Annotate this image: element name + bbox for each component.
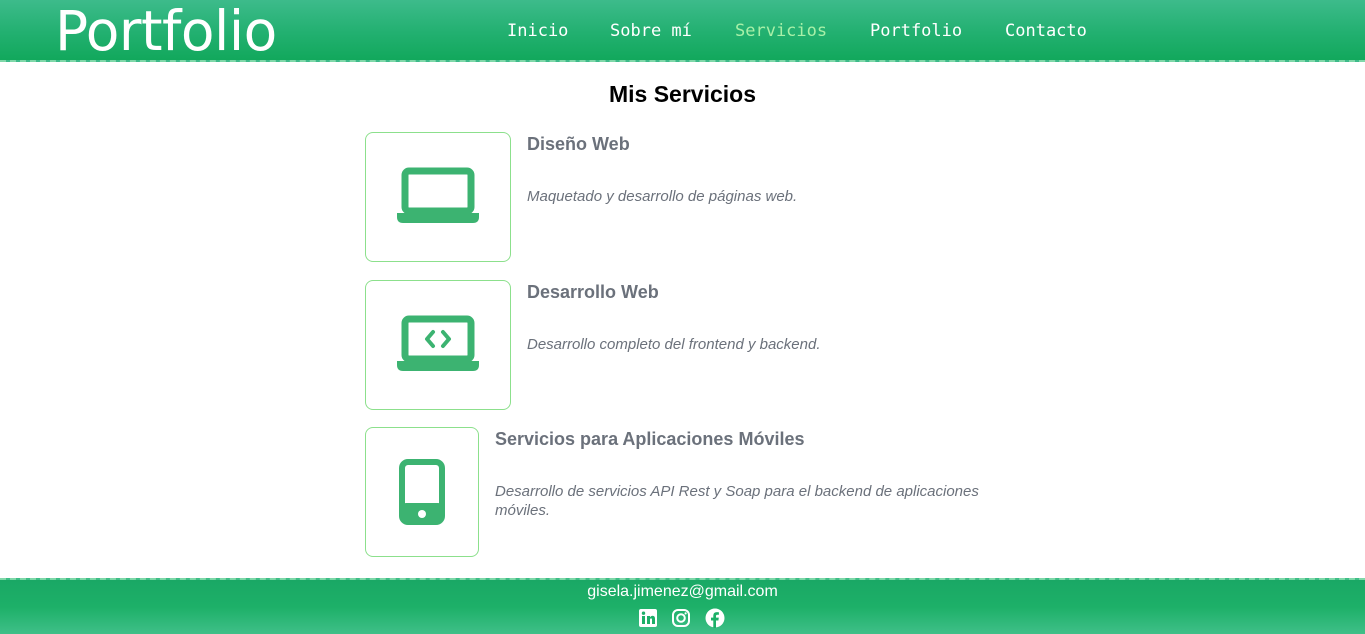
- service-description: Desarrollo completo del frontend y backe…: [527, 336, 821, 353]
- mobile-phone-icon: [399, 459, 445, 525]
- nav-item-portfolio[interactable]: Portfolio: [870, 20, 962, 42]
- main-nav: Inicio Sobre mí Servicios Portfolio Cont…: [0, 0, 1365, 62]
- service-title: Diseño Web: [527, 134, 630, 154]
- service-title: Desarrollo Web: [527, 282, 659, 302]
- service-title: Servicios para Aplicaciones Móviles: [495, 429, 805, 449]
- site-footer: gisela.jimenez@gmail.com: [0, 578, 1365, 634]
- page-title: Mis Servicios: [608, 81, 757, 107]
- service-card-icon-box: [365, 280, 511, 410]
- site-header: Portfolio Inicio Sobre mí Servicios Port…: [0, 0, 1365, 63]
- nav-item-inicio[interactable]: Inicio: [507, 20, 568, 42]
- laptop-code-icon: [397, 315, 479, 371]
- nav-item-sobre-mi[interactable]: Sobre mí: [610, 20, 692, 42]
- nav-item-contacto[interactable]: Contacto: [1005, 20, 1087, 42]
- linkedin-icon[interactable]: [638, 608, 658, 628]
- nav-item-servicios[interactable]: Servicios: [735, 20, 827, 42]
- instagram-icon[interactable]: [671, 608, 691, 628]
- service-card-icon-box: [365, 132, 511, 262]
- laptop-icon: [397, 167, 479, 223]
- service-description: Desarrollo de servicios API Rest y Soap …: [495, 483, 979, 519]
- contact-email[interactable]: gisela.jimenez@gmail.com: [0, 582, 1365, 602]
- service-description: Maquetado y desarrollo de páginas web.: [527, 188, 798, 205]
- facebook-icon[interactable]: [705, 608, 725, 628]
- service-card-icon-box: [365, 427, 479, 557]
